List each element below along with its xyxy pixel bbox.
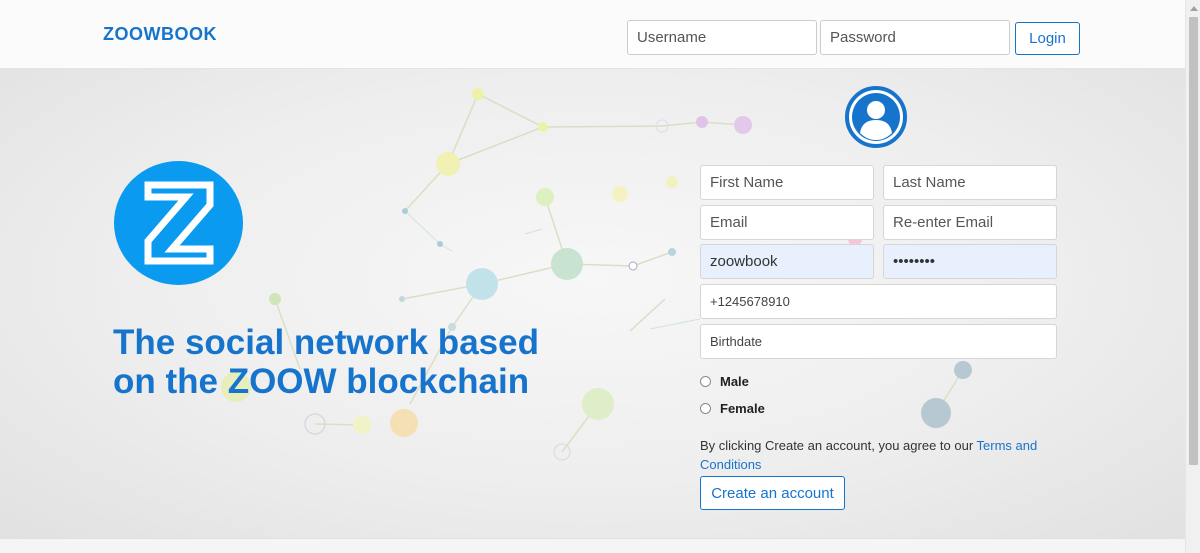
male-radio[interactable] xyxy=(700,376,711,387)
create-account-button[interactable]: Create an account xyxy=(700,476,845,510)
phone-input[interactable] xyxy=(700,284,1057,319)
first-name-input[interactable] xyxy=(700,165,874,200)
birthdate-input[interactable] xyxy=(700,324,1057,359)
female-radio[interactable] xyxy=(700,403,711,414)
last-name-input[interactable] xyxy=(883,165,1057,200)
male-label: Male xyxy=(720,374,749,389)
signup-username-input[interactable] xyxy=(700,244,874,279)
signup-password-input[interactable] xyxy=(883,244,1057,279)
email-input[interactable] xyxy=(700,205,874,240)
z-logo-icon xyxy=(114,161,243,285)
female-label: Female xyxy=(720,401,765,416)
tagline-line-2: on the ZOOW blockchain xyxy=(113,362,530,401)
reenter-email-input[interactable] xyxy=(883,205,1057,240)
user-avatar-icon xyxy=(845,86,907,148)
gender-option-female[interactable]: Female xyxy=(700,401,765,416)
terms-notice: By clicking Create an account, you agree… xyxy=(700,436,1060,474)
vertical-scrollbar[interactable] xyxy=(1185,0,1200,553)
login-password-input[interactable] xyxy=(820,20,1010,55)
scroll-up-arrow-icon[interactable] xyxy=(1186,0,1200,16)
z-letter-icon xyxy=(144,181,214,265)
terms-prefix: By clicking Create an account, you agree… xyxy=(700,438,977,453)
brand-logo-text[interactable]: ZOOWBOOK xyxy=(103,24,217,45)
login-username-input[interactable] xyxy=(627,20,817,55)
scrollbar-thumb[interactable] xyxy=(1189,17,1198,465)
login-button[interactable]: Login xyxy=(1015,22,1080,55)
page-footer-strip xyxy=(0,538,1185,553)
hero-tagline: The social network based on the ZOOW blo… xyxy=(113,323,593,401)
top-navbar: ZOOWBOOK Login xyxy=(0,0,1185,69)
hero-section: The social network based on the ZOOW blo… xyxy=(0,69,1185,538)
tagline-line-1: The social network based xyxy=(113,323,539,362)
gender-option-male[interactable]: Male xyxy=(700,374,749,389)
